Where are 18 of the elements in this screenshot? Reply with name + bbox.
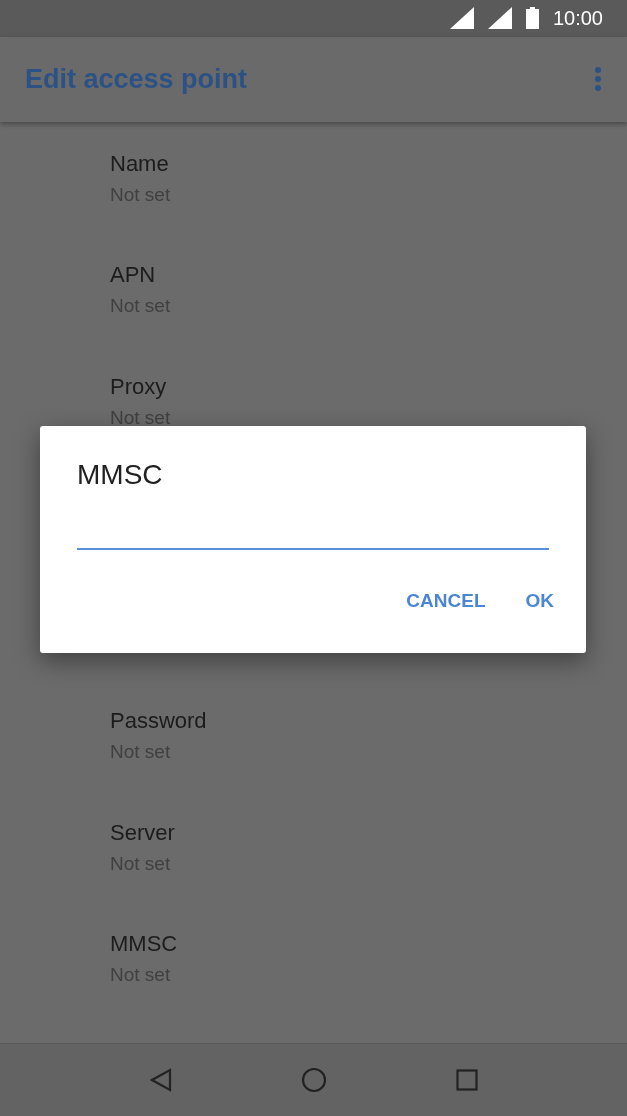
setting-title[interactable]: Password	[110, 708, 627, 735]
setting-title[interactable]: Server	[110, 819, 627, 846]
signal-icon	[449, 7, 474, 30]
signal-icon	[487, 7, 512, 30]
recents-icon[interactable]	[455, 1068, 478, 1091]
more-options-icon[interactable]	[595, 67, 601, 92]
setting-title[interactable]: Proxy	[110, 373, 627, 400]
battery-icon	[525, 7, 539, 30]
setting-title[interactable]: APN	[110, 262, 627, 289]
dialog-title: MMSC	[77, 459, 164, 491]
clock-time: 10:00	[552, 6, 603, 30]
app-bar-title: Edit access point	[25, 63, 248, 95]
setting-title[interactable]: MMSC	[110, 931, 627, 958]
dialog-button[interactable]: OK	[509, 580, 570, 622]
home-icon[interactable]	[300, 1066, 327, 1093]
dialog-button[interactable]: CANCEL	[390, 580, 502, 622]
back-icon[interactable]	[149, 1067, 172, 1092]
setting-title[interactable]: Name	[110, 150, 627, 177]
